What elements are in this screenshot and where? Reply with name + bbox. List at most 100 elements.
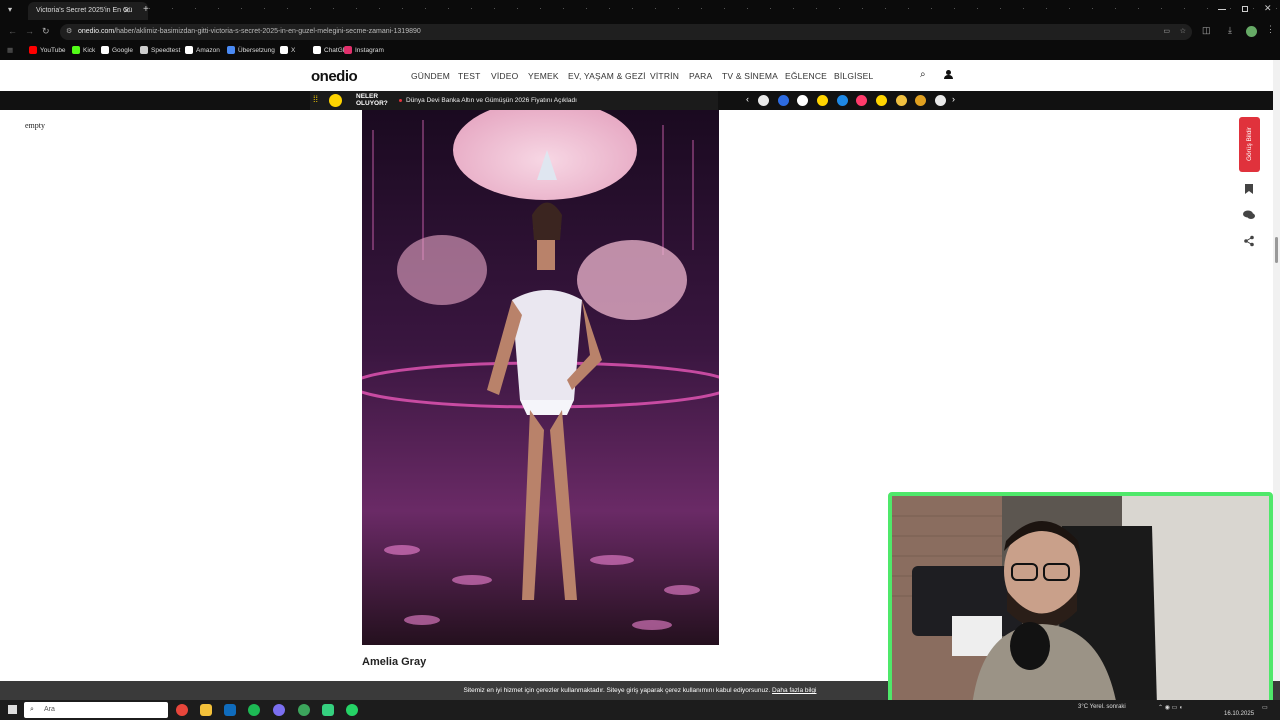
browser-tab-bar: ▾ Victoria's Secret 2025'in En Gü ✕ + ✕: [0, 0, 1280, 22]
windows-taskbar: ⌕ Ara 3°C Yerel. sonraki ⌃ ◉ ▭ ◖ 16.10.2…: [0, 700, 1280, 720]
address-bar[interactable]: ⚙ onedio.com/haber/aklimiz-basimizdan-gi…: [60, 24, 1192, 40]
menu-grid-icon[interactable]: ⁞⁞: [313, 94, 318, 104]
outlook-icon[interactable]: [224, 704, 236, 716]
whatsapp-icon[interactable]: [346, 704, 358, 716]
bookmark-item[interactable]: YouTube: [29, 46, 66, 56]
reload-icon[interactable]: ↻: [42, 26, 50, 37]
bookmark-item[interactable]: Kick: [72, 46, 95, 56]
comments-icon[interactable]: [1243, 208, 1255, 220]
new-tab-button[interactable]: +: [143, 4, 149, 15]
profile-avatar[interactable]: [1246, 26, 1257, 37]
ticker-category-icon[interactable]: [935, 95, 946, 106]
bookmark-item[interactable]: Instagram: [344, 46, 384, 56]
browser-tab[interactable]: Victoria's Secret 2025'in En Gü ✕: [28, 2, 148, 20]
cookie-more-link[interactable]: Daha fazla bilgi: [772, 687, 816, 694]
forward-icon[interactable]: →: [25, 26, 34, 36]
back-icon[interactable]: ←: [8, 26, 17, 36]
bookmark-item[interactable]: Speedtest: [140, 46, 180, 56]
url-path: /haber/aklimiz-basimizdan-gitti-victoria…: [114, 28, 421, 35]
bookmark-favicon-icon: [72, 46, 80, 55]
install-app-icon[interactable]: ▭: [1163, 24, 1170, 40]
notification-icon[interactable]: ▭: [1262, 704, 1268, 711]
site-header: onedio GÜNDEM TEST VİDEO YEMEK EV, YAŞAM & G…: [0, 60, 1280, 91]
scrollbar-thumb[interactable]: [1275, 237, 1278, 263]
search-icon[interactable]: ⌕: [920, 69, 926, 80]
bookmark-label: Speedtest: [151, 47, 181, 54]
window-minimize-icon[interactable]: [1218, 9, 1226, 10]
ticker-category-icon[interactable]: [856, 95, 867, 106]
nav-item[interactable]: VİDEO: [491, 71, 518, 81]
bookmark-label: X: [291, 47, 296, 54]
ticker-category-icon[interactable]: [817, 95, 828, 106]
window-maximize-icon[interactable]: [1242, 6, 1248, 12]
ticker-headline[interactable]: Dünya Devi Banka Altın ve Gümüşün 2026 F…: [406, 97, 577, 104]
feedback-button[interactable]: Görüş Bildir: [1239, 117, 1260, 172]
empty-placeholder: empty: [25, 121, 45, 130]
browser-menu-icon[interactable]: ▾: [8, 5, 16, 15]
webcam-feed-illustration: [892, 496, 1269, 706]
ticker-category-icon[interactable]: [778, 95, 789, 106]
taskbar-search[interactable]: ⌕ Ara: [24, 702, 168, 718]
bookmark-favicon-icon: [344, 46, 352, 55]
site-logo[interactable]: onedio: [311, 68, 358, 85]
page-scrollbar[interactable]: [1273, 60, 1280, 700]
nav-item[interactable]: GÜNDEM: [411, 71, 450, 81]
weather-status[interactable]: 3°C Yerel. sonraki: [1078, 704, 1126, 710]
bookmark-item[interactable]: Google: [101, 46, 133, 56]
bookmark-label: Instagram: [355, 47, 384, 54]
chrome-icon[interactable]: [176, 704, 188, 716]
tray-icons[interactable]: ⌃ ◉ ▭ ◖: [1158, 704, 1183, 711]
app-green-icon[interactable]: [322, 704, 334, 716]
bookmark-icon[interactable]: [1243, 182, 1255, 194]
bookmark-label: Google: [112, 47, 133, 54]
bookmark-item[interactable]: X: [280, 46, 295, 56]
ticker-category-icon[interactable]: [915, 95, 926, 106]
apps-grid-icon[interactable]: ▦: [7, 46, 13, 56]
nav-item[interactable]: EĞLENCE: [785, 71, 827, 81]
bookmark-favicon-icon: [280, 46, 288, 55]
user-icon[interactable]: [944, 70, 953, 79]
bookmark-label: Kick: [83, 47, 96, 54]
taskbar-date[interactable]: 16.10.2025: [1224, 711, 1254, 717]
nav-item[interactable]: PARA: [689, 71, 712, 81]
nav-item[interactable]: TEST: [458, 71, 481, 81]
ticker-category-icon[interactable]: [758, 95, 769, 106]
ticker-category-icon[interactable]: [797, 95, 808, 106]
share-icon[interactable]: [1243, 234, 1255, 247]
ticker-category-icon[interactable]: [896, 95, 907, 106]
ticker-category-icon[interactable]: [876, 95, 887, 106]
browser-toolbar: ← → ↻ ⚙ onedio.com/haber/aklimiz-basimiz…: [0, 22, 1280, 42]
nav-item[interactable]: VİTRİN: [650, 71, 679, 81]
bookmark-favicon-icon: [101, 46, 109, 55]
bookmark-star-icon[interactable]: ☆: [1180, 24, 1186, 40]
nav-item[interactable]: TV & SİNEMA: [722, 71, 778, 81]
nav-item[interactable]: BİLGİSEL: [834, 71, 873, 81]
start-icon[interactable]: [8, 705, 17, 714]
file-explorer-icon[interactable]: [200, 704, 212, 716]
ticker-label: NELER OLUYOR?: [356, 93, 388, 107]
ticker-next-icon[interactable]: ›: [952, 94, 955, 104]
bookmark-favicon-icon: [227, 46, 235, 55]
browser-menu-dots-icon[interactable]: ⋮: [1266, 24, 1275, 35]
spotify-icon[interactable]: [248, 704, 260, 716]
obs-icon[interactable]: [273, 704, 285, 716]
bookmark-favicon-icon: [313, 46, 321, 55]
runway-photo-illustration: [362, 110, 719, 645]
cookie-text: Sitemiz en iyi hizmet için çerezler kull…: [463, 687, 771, 694]
nav-item[interactable]: YEMEK: [528, 71, 559, 81]
chrome-active-icon[interactable]: [298, 704, 310, 716]
ticker-category-icon[interactable]: [837, 95, 848, 106]
bookmarks-bar: ▦ YouTube Kick Google Speedtest Amazon Überse…: [0, 42, 1280, 60]
search-icon: ⌕: [30, 706, 34, 713]
url-host: onedio.com: [78, 28, 115, 35]
bookmark-item[interactable]: Amazon: [185, 46, 220, 56]
downloads-icon[interactable]: ⤓: [1228, 25, 1232, 36]
window-close-icon[interactable]: ✕: [1264, 3, 1272, 14]
ticker-prev-icon[interactable]: ‹: [746, 94, 749, 104]
nav-item[interactable]: EV, YAŞAM & GEZİ: [568, 71, 646, 81]
onedio-badge-icon: [329, 94, 342, 107]
site-info-icon[interactable]: ⚙: [66, 24, 72, 40]
tab-close-icon[interactable]: ✕: [123, 2, 130, 20]
extensions-icon[interactable]: ◫: [1202, 25, 1211, 36]
bookmark-item[interactable]: Übersetzung: [227, 46, 275, 56]
